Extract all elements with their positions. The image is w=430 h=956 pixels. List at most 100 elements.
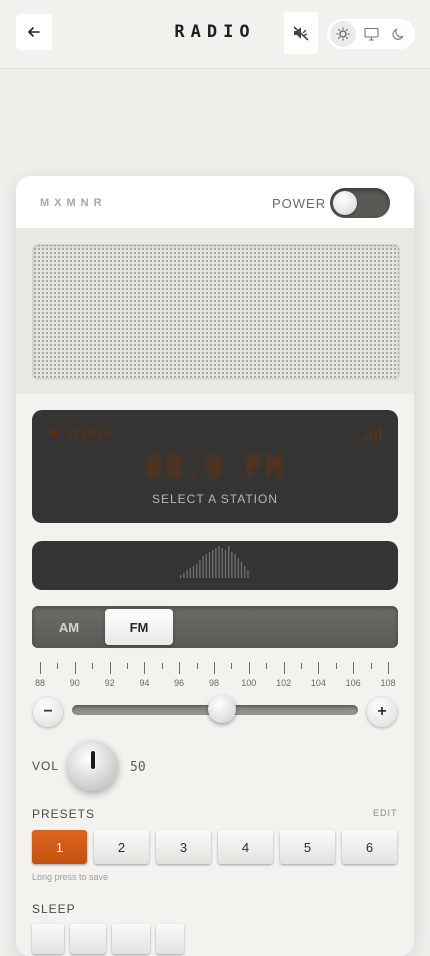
preset-button-3[interactable]: 3 [156, 830, 211, 864]
scale-label: 98 [208, 678, 219, 688]
equalizer-bar [183, 573, 185, 578]
scale-tick [301, 663, 302, 669]
theme-system-button[interactable] [358, 21, 384, 47]
equalizer-bar [244, 566, 246, 578]
equalizer-bar [189, 568, 191, 578]
tuning-slider-thumb[interactable] [208, 695, 237, 723]
scale-tick [266, 663, 268, 669]
scale-tick [196, 663, 198, 669]
power-label: POWER [272, 196, 327, 211]
preset-buttons: 1 2 3 4 5 6 [32, 830, 398, 864]
scale-tick [179, 662, 181, 674]
scale-label: 92 [104, 678, 115, 688]
scale-label: 94 [139, 678, 150, 688]
scale-tick [92, 663, 94, 669]
radio-header: MXMNR POWER [16, 176, 414, 228]
equalizer-bars-icon [180, 546, 249, 578]
speaker-muted-icon [293, 26, 309, 41]
band-fm-button[interactable]: FM [105, 609, 173, 645]
equalizer-bar [202, 556, 204, 578]
scale-tick [353, 662, 355, 674]
equalizer-bar [218, 546, 220, 578]
sleep-option-3[interactable] [112, 924, 150, 954]
sleep-option-4[interactable] [156, 924, 184, 954]
equalizer-bar [237, 558, 239, 578]
equalizer-bar [247, 570, 249, 578]
equalizer-bar [205, 554, 207, 578]
scale-tick [388, 662, 389, 674]
sleep-option-2[interactable] [70, 924, 106, 954]
power-toggle[interactable] [330, 188, 390, 218]
signal-strength-icon [364, 428, 382, 440]
preset-button-4[interactable]: 4 [218, 830, 273, 864]
volume-knob-pointer [91, 751, 95, 769]
scale-tick [57, 663, 59, 669]
scale-label: 104 [310, 678, 326, 688]
preset-button-6[interactable]: 6 [342, 830, 397, 864]
theme-switcher [327, 19, 415, 49]
scale-tick [74, 662, 76, 674]
scale-tick [109, 662, 111, 674]
sound-toggle-button[interactable] [284, 12, 318, 54]
scale-tick [370, 663, 372, 669]
monitor-icon [363, 27, 379, 41]
preset-button-5[interactable]: 5 [280, 830, 335, 864]
top-bar: RADIO [0, 0, 430, 69]
tune-down-button[interactable]: − [33, 697, 63, 727]
scale-label: 100 [241, 678, 257, 688]
tuner-display: STEREO 88.9 FM SELECT A STATION [32, 410, 398, 523]
equalizer-bar [196, 564, 198, 578]
stereo-indicator-icon [49, 429, 57, 437]
band-selector: AM FM [32, 606, 398, 648]
equalizer-bar [199, 560, 201, 578]
scale-label: 108 [380, 678, 396, 688]
band-am-button[interactable]: AM [36, 610, 102, 644]
edit-presets-button[interactable]: EDIT [373, 808, 398, 818]
equalizer-bar [224, 550, 227, 578]
equalizer-bar [186, 570, 188, 578]
equalizer-bar [228, 546, 230, 578]
equalizer-bar [234, 554, 236, 578]
equalizer-bar [192, 566, 195, 578]
moon-icon [392, 28, 404, 40]
scale-tick [144, 662, 146, 674]
equalizer-bar [240, 562, 243, 578]
scale-tick [214, 662, 215, 674]
sleep-label: SLEEP [32, 902, 76, 916]
sleep-options [32, 924, 398, 954]
brand-logo: MXMNR [40, 197, 107, 209]
scale-label: 102 [276, 678, 292, 688]
radio-card: MXMNR POWER STEREO 88.9 FM SELECT A STAT… [16, 176, 414, 956]
preset-button-1[interactable]: 1 [32, 830, 87, 864]
scale-tick [231, 663, 233, 669]
audio-visualizer [32, 541, 398, 590]
scale-label: 90 [69, 678, 80, 688]
speaker-grill [32, 244, 400, 380]
theme-dark-button[interactable] [386, 21, 412, 47]
equalizer-bar [180, 575, 182, 578]
scale-tick [248, 662, 250, 674]
equalizer-bar [221, 548, 223, 578]
equalizer-bar [208, 552, 211, 578]
tune-up-button[interactable]: + [367, 697, 397, 727]
scale-tick [283, 662, 285, 674]
volume-value: 50 [130, 760, 146, 775]
scale-label: 96 [174, 678, 185, 688]
preset-button-2[interactable]: 2 [94, 830, 149, 864]
scale-tick [335, 663, 337, 669]
volume-label: VOL [32, 759, 60, 773]
scale-label: 106 [345, 678, 361, 688]
stereo-label: STEREO [66, 429, 114, 440]
speaker-section [16, 228, 414, 394]
sleep-option-1[interactable] [32, 924, 64, 954]
station-status: SELECT A STATION [151, 492, 279, 506]
scale-label: 88 [34, 678, 45, 688]
scale-tick [127, 663, 128, 669]
volume-knob[interactable] [68, 741, 118, 791]
theme-light-button[interactable] [330, 21, 356, 47]
presets-hint: Long press to save [32, 872, 109, 882]
scale-tick [40, 662, 41, 674]
power-toggle-knob [333, 191, 357, 215]
equalizer-bar [231, 552, 233, 578]
sun-icon [336, 27, 350, 41]
